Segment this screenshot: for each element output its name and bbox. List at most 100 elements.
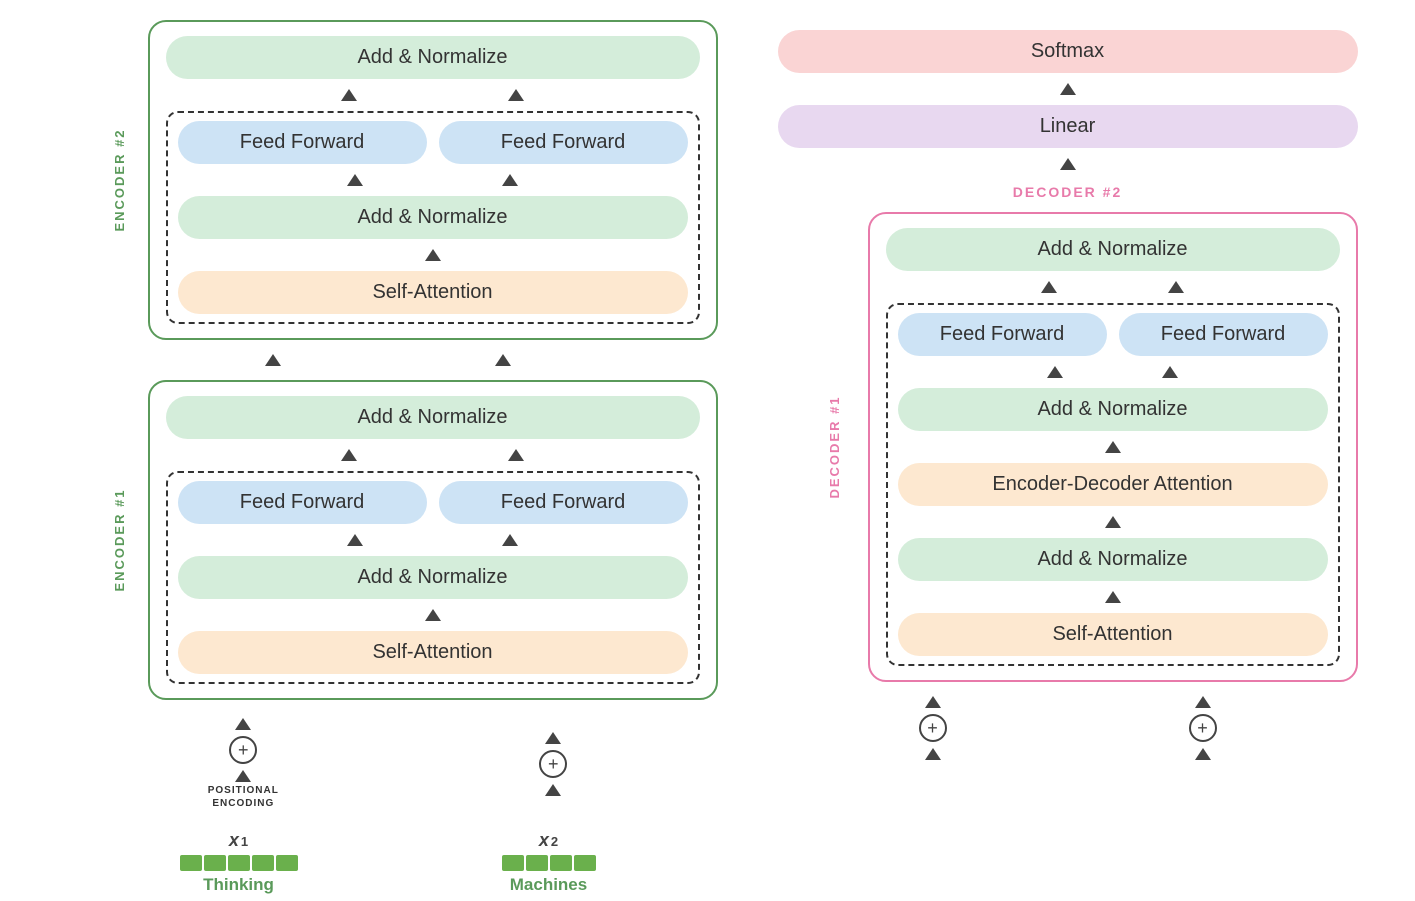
cell bbox=[526, 855, 548, 871]
arrow-up bbox=[1105, 516, 1121, 528]
token-thinking: x 1 Thinking bbox=[180, 830, 298, 895]
decoder1-box: Add & Normalize Feed Forward Feed Forwar… bbox=[868, 212, 1358, 682]
encoder1-label: ENCODER #1 bbox=[112, 488, 127, 591]
arrow-up bbox=[1047, 366, 1063, 378]
decoder-circle-plus-right: + bbox=[1189, 714, 1217, 742]
encoder2-self-attention: Self-Attention bbox=[178, 271, 688, 314]
pe-label: POSITIONALENCODING bbox=[208, 784, 279, 810]
arrow-up bbox=[1195, 696, 1211, 708]
arrow-up bbox=[1168, 281, 1184, 293]
decoder-circle-plus-left: + bbox=[919, 714, 947, 742]
encoder1-add-normalize-top: Add & Normalize bbox=[166, 396, 700, 439]
softmax-block: Softmax bbox=[778, 30, 1358, 73]
encoder2-wrapper: ENCODER #2 Add & Normalize Feed Forward … bbox=[148, 20, 718, 340]
arrow-up bbox=[1105, 441, 1121, 453]
cell bbox=[574, 855, 596, 871]
cell bbox=[180, 855, 202, 871]
encoder1-ff-row: Feed Forward Feed Forward bbox=[178, 481, 688, 524]
decoder1-ff-right: Feed Forward bbox=[1119, 313, 1328, 356]
encoder2-label: ENCODER #2 bbox=[112, 128, 127, 231]
encoder2-ff-left: Feed Forward bbox=[178, 121, 427, 164]
encoder2-ff-right: Feed Forward bbox=[439, 121, 688, 164]
arrow-up bbox=[347, 534, 363, 546]
encoder1-ff-right: Feed Forward bbox=[439, 481, 688, 524]
arrow-up bbox=[508, 449, 524, 461]
decoder1-wrapper: DECODER #1 Add & Normalize Feed Forward … bbox=[868, 212, 1358, 682]
decoder1-label: DECODER #1 bbox=[827, 395, 842, 498]
encoder1-self-attention: Self-Attention bbox=[178, 631, 688, 674]
arrow-up bbox=[925, 696, 941, 708]
transformer-diagram: ENCODER #2 Add & Normalize Feed Forward … bbox=[0, 0, 1415, 804]
token-embed-thinking bbox=[180, 855, 298, 871]
encoder1-ff-dashed: Feed Forward Feed Forward Add & Normaliz… bbox=[166, 471, 700, 684]
decoder1-arrow-an2 bbox=[898, 512, 1328, 532]
decoder1-add-normalize-mid: Add & Normalize bbox=[898, 388, 1328, 431]
decoder1-arrows-ff bbox=[886, 277, 1340, 297]
arrow-up bbox=[425, 249, 441, 261]
decoder1-arrows-mid bbox=[898, 362, 1328, 382]
arrow-up bbox=[545, 732, 561, 744]
decoder1-add-normalize-top: Add & Normalize bbox=[886, 228, 1340, 271]
pe-item-left: + POSITIONALENCODING bbox=[208, 718, 279, 810]
arrow-up bbox=[508, 89, 524, 101]
encoder2-arrow-sa bbox=[178, 245, 688, 265]
decoder1-ff-dashed: Feed Forward Feed Forward Add & Normaliz… bbox=[886, 303, 1340, 666]
encoder2-ff-row: Feed Forward Feed Forward bbox=[178, 121, 688, 164]
word-machines: Machines bbox=[510, 875, 587, 895]
arrow-up bbox=[235, 718, 251, 730]
encoder1-ff-left: Feed Forward bbox=[178, 481, 427, 524]
decoder-pe-item-right: + bbox=[1189, 696, 1217, 760]
encoder-side: ENCODER #2 Add & Normalize Feed Forward … bbox=[58, 20, 718, 901]
linear-block: Linear bbox=[778, 105, 1358, 148]
arrow-up bbox=[265, 354, 281, 366]
cell bbox=[550, 855, 572, 871]
arrow-up bbox=[1060, 158, 1076, 170]
cell bbox=[252, 855, 274, 871]
decoder1-add-normalize-lower: Add & Normalize bbox=[898, 538, 1328, 581]
input-tokens-row: x 1 Thinking x 2 bbox=[58, 824, 718, 901]
encoder1-arrow-sa bbox=[178, 605, 688, 625]
between-encoders-arrows bbox=[58, 350, 718, 370]
x1-label-row: x 1 bbox=[229, 830, 248, 851]
token-machines: x 2 Machines bbox=[502, 830, 596, 895]
cell bbox=[204, 855, 226, 871]
pe-item-right: + bbox=[539, 732, 567, 796]
arrow-softmax bbox=[778, 79, 1358, 99]
arrow-up bbox=[1105, 591, 1121, 603]
encoder1-wrapper: ENCODER #1 Add & Normalize Feed Forward … bbox=[148, 380, 718, 700]
right-side: Softmax Linear DECODER #2 DECODER #1 Add… bbox=[778, 20, 1358, 764]
token-embed-machines bbox=[502, 855, 596, 871]
arrow-up bbox=[925, 748, 941, 760]
arrow-up bbox=[1195, 748, 1211, 760]
decoder1-ff-left: Feed Forward bbox=[898, 313, 1107, 356]
arrow-up bbox=[1041, 281, 1057, 293]
arrow-up bbox=[545, 784, 561, 796]
decoder-pe-row: + + bbox=[778, 692, 1358, 764]
encoder2-add-normalize-mid: Add & Normalize bbox=[178, 196, 688, 239]
circle-plus-left: + bbox=[229, 736, 257, 764]
encoder2-arrows-ff bbox=[166, 85, 700, 105]
arrow-linear bbox=[778, 154, 1358, 174]
arrow-up bbox=[425, 609, 441, 621]
arrow-up bbox=[502, 534, 518, 546]
arrow-up bbox=[1060, 83, 1076, 95]
arrow-up bbox=[341, 89, 357, 101]
arrow-up bbox=[347, 174, 363, 186]
decoder1-ff-row: Feed Forward Feed Forward bbox=[898, 313, 1328, 356]
decoder1-enc-dec-attention: Encoder-Decoder Attention bbox=[898, 463, 1328, 506]
decoder1-self-attention: Self-Attention bbox=[898, 613, 1328, 656]
circle-plus-right: + bbox=[539, 750, 567, 778]
cell bbox=[502, 855, 524, 871]
arrow-up bbox=[1162, 366, 1178, 378]
encoder1-add-normalize-mid: Add & Normalize bbox=[178, 556, 688, 599]
positional-encoding-row: + POSITIONALENCODING + bbox=[58, 714, 718, 814]
encoder2-ff-dashed: Feed Forward Feed Forward Add & Normaliz… bbox=[166, 111, 700, 324]
cell bbox=[228, 855, 250, 871]
word-thinking: Thinking bbox=[203, 875, 274, 895]
arrow-up bbox=[495, 354, 511, 366]
decoder1-arrow-eda bbox=[898, 437, 1328, 457]
encoder1-arrows-mid bbox=[178, 530, 688, 550]
cell bbox=[276, 855, 298, 871]
encoder2-box: Add & Normalize Feed Forward Feed Forwar… bbox=[148, 20, 718, 340]
decoder1-arrow-sa bbox=[898, 587, 1328, 607]
